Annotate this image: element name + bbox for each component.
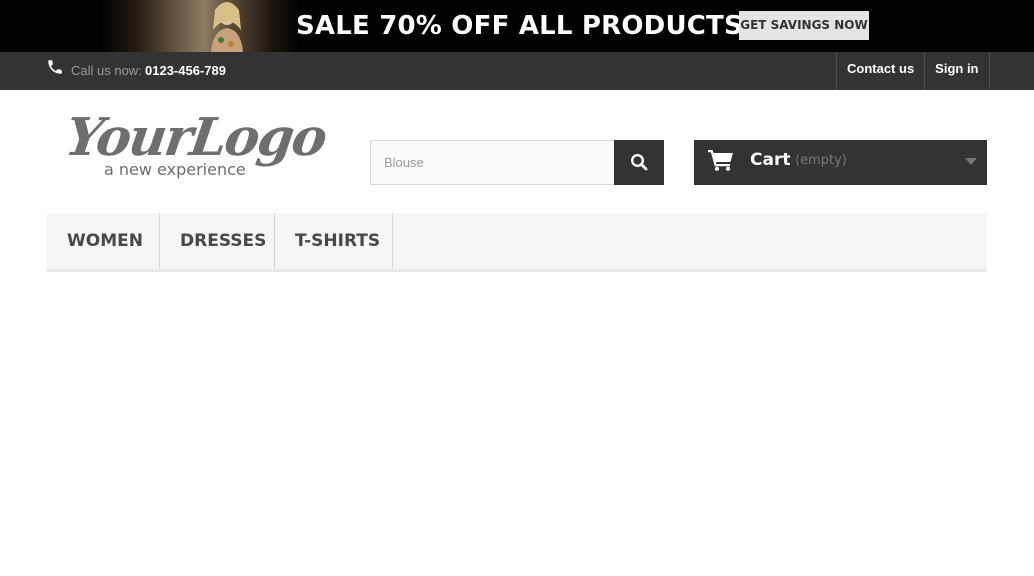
search-button[interactable]: [614, 140, 664, 185]
promo-title: SALE 70% OFF ALL PRODUCTS: [296, 11, 743, 41]
phone-icon: [48, 60, 62, 74]
cart-button[interactable]: Cart (empty): [694, 140, 987, 185]
promo-model-figure: [211, 2, 243, 52]
promo-model-photo: [100, 0, 300, 52]
caret-down-icon: [965, 158, 977, 165]
site-logo[interactable]: YourLogo a new experience: [62, 107, 329, 184]
phone-number: 0123-456-789: [145, 63, 226, 78]
sign-in-link[interactable]: Sign in: [925, 52, 990, 90]
search-input[interactable]: [370, 140, 615, 185]
promo-banner[interactable]: SALE 70% OFF ALL PRODUCTS GET SAVINGS NO…: [0, 0, 1034, 52]
shopping-cart-icon: [708, 150, 733, 171]
top-nav-bar: Call us now: 0123-456-789 Contact us Sig…: [0, 52, 1034, 90]
search-icon: [630, 153, 648, 171]
logo-wordmark: YourLogo: [61, 107, 330, 168]
get-savings-button[interactable]: GET SAVINGS NOW: [739, 11, 869, 40]
cart-label: Cart: [750, 150, 791, 170]
main-menu: WOMEN DRESSES T-SHIRTS: [47, 213, 987, 272]
contact-us-link[interactable]: Contact us: [837, 52, 926, 90]
menu-item-women[interactable]: WOMEN: [47, 213, 160, 269]
menu-item-dresses[interactable]: DRESSES: [160, 213, 275, 269]
cart-status: (empty): [795, 153, 847, 168]
menu-item-t-shirts[interactable]: T-SHIRTS: [275, 213, 393, 269]
header-links: Contact us Sign in: [836, 52, 990, 90]
logo-tagline: a new experience: [104, 160, 246, 179]
call-us-label: Call us now:: [71, 63, 142, 78]
